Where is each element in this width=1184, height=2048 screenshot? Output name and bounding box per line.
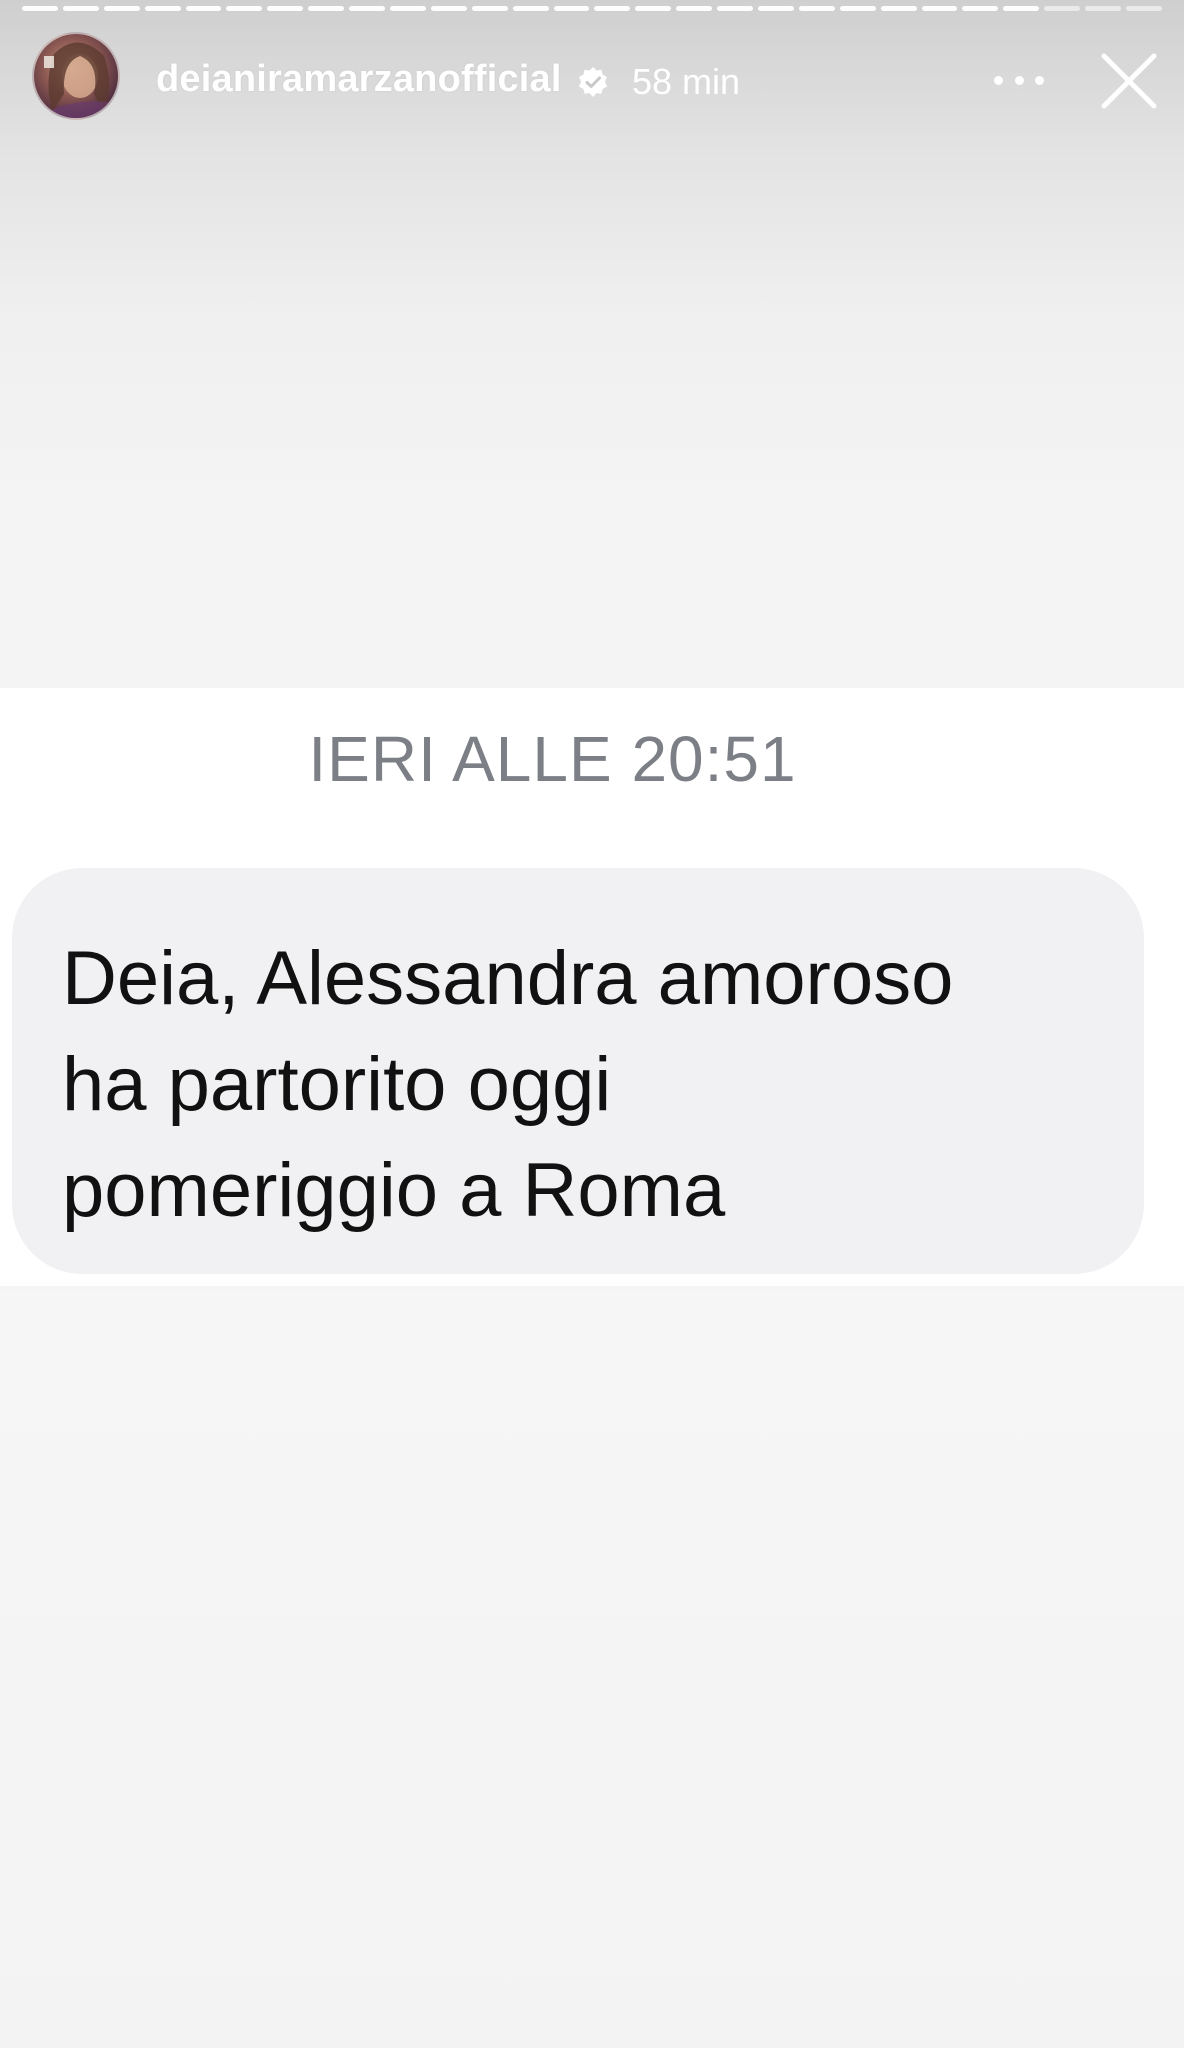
top-gradient <box>0 0 1184 690</box>
progress-segment <box>594 6 631 11</box>
avatar[interactable] <box>32 32 120 120</box>
progress-segment <box>22 6 58 11</box>
progress-segment <box>676 6 713 11</box>
progress-segment <box>512 6 549 11</box>
dot <box>1014 75 1024 85</box>
progress-segment <box>553 6 590 11</box>
message-timestamp: IERI ALLE 20:51 <box>308 723 797 795</box>
progress-segment <box>635 6 672 11</box>
message-text: Deia, Alessandra amoroso ha partorito og… <box>62 936 954 1233</box>
progress-segment <box>839 6 876 11</box>
story-screen: deianiramarzanofficial 58 min IERI ALLE … <box>0 0 1184 2048</box>
message-bubble: Deia, Alessandra amoroso ha partorito og… <box>12 868 1144 1274</box>
progress-segment <box>430 6 467 11</box>
progress-segment <box>185 6 222 11</box>
dot <box>994 75 1003 85</box>
progress-segment <box>717 6 754 11</box>
progress-segment <box>349 6 386 11</box>
progress-segment <box>921 6 958 11</box>
progress-segment <box>471 6 508 11</box>
close-icon[interactable] <box>1098 50 1160 112</box>
progress-segment <box>880 6 917 11</box>
progress-segment <box>226 6 263 11</box>
verified-badge-icon <box>579 67 607 97</box>
progress-segment <box>308 6 345 11</box>
progress-segment <box>1126 6 1162 11</box>
more-options-icon[interactable] <box>994 62 1044 98</box>
progress-segment <box>962 6 999 11</box>
username[interactable]: deianiramarzanofficial <box>156 58 562 101</box>
avatar-image <box>38 42 118 118</box>
progress-segment <box>62 6 99 11</box>
lower-background <box>0 1290 1184 2048</box>
progress-segment <box>390 6 426 11</box>
progress-segment <box>1044 6 1081 11</box>
progress-segment <box>103 6 140 11</box>
progress-segment <box>1003 6 1040 11</box>
dot <box>1035 75 1044 85</box>
progress-segment <box>798 6 835 11</box>
story-time-ago: 58 min <box>632 61 741 102</box>
progress-segment <box>1085 6 1122 11</box>
progress-segment <box>758 6 794 11</box>
progress-segment <box>144 6 181 11</box>
story-progress-bar <box>22 6 1162 11</box>
progress-segment <box>267 6 304 11</box>
